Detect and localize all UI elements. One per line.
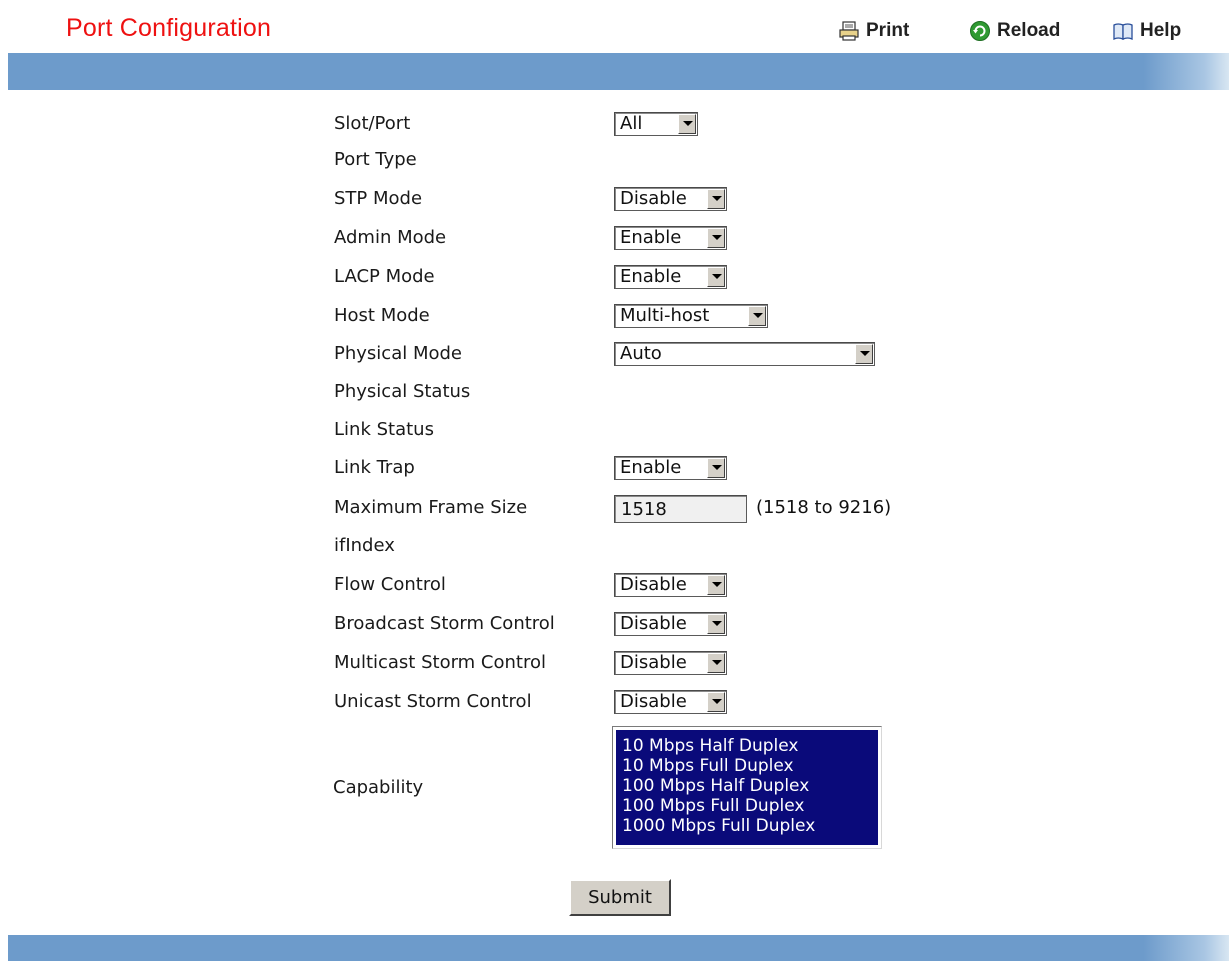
- link-trap-label: Link Trap: [334, 457, 415, 478]
- stp-mode-select[interactable]: Disable: [614, 187, 727, 211]
- capability-options: 10 Mbps Half Duplex 10 Mbps Full Duplex …: [616, 730, 878, 845]
- row-link-status: Link Status: [0, 415, 1229, 445]
- row-lacp-mode: LACP Mode Enable: [0, 262, 1229, 292]
- physical-mode-label: Physical Mode: [334, 343, 462, 364]
- multicast-storm-label: Multicast Storm Control: [334, 652, 546, 673]
- port-configuration-page: Port Configuration Print Reload Help Slo…: [0, 0, 1229, 961]
- list-item[interactable]: 100 Mbps Half Duplex: [616, 776, 878, 796]
- row-physical-status: Physical Status: [0, 377, 1229, 407]
- row-max-frame-size: Maximum Frame Size (1518 to 9216): [0, 493, 1229, 523]
- port-type-label: Port Type: [334, 149, 417, 170]
- list-item[interactable]: 10 Mbps Half Duplex: [616, 736, 878, 756]
- lacp-mode-select[interactable]: Enable: [614, 265, 727, 289]
- chevron-down-icon[interactable]: [707, 458, 725, 478]
- row-broadcast-storm: Broadcast Storm Control Disable: [0, 609, 1229, 639]
- print-button[interactable]: Print: [838, 18, 909, 44]
- host-mode-value: Multi-host: [620, 305, 710, 326]
- unicast-storm-value: Disable: [620, 691, 687, 712]
- slot-port-label: Slot/Port: [334, 113, 411, 134]
- unicast-storm-select[interactable]: Disable: [614, 690, 727, 714]
- row-admin-mode: Admin Mode Enable: [0, 223, 1229, 253]
- host-mode-label: Host Mode: [334, 305, 430, 326]
- row-port-type: Port Type: [0, 145, 1229, 175]
- list-item[interactable]: 1000 Mbps Full Duplex: [616, 816, 878, 836]
- print-label: Print: [866, 20, 910, 41]
- chevron-down-icon[interactable]: [855, 344, 873, 364]
- chevron-down-icon[interactable]: [707, 189, 725, 209]
- broadcast-storm-value: Disable: [620, 613, 687, 634]
- page-title: Port Configuration: [66, 14, 272, 42]
- row-unicast-storm: Unicast Storm Control Disable: [0, 687, 1229, 717]
- physical-mode-value: Auto: [620, 343, 662, 364]
- row-ifindex: ifIndex: [0, 531, 1229, 561]
- slot-port-value: All: [620, 113, 643, 134]
- chevron-down-icon[interactable]: [707, 228, 725, 248]
- capability-label: Capability: [333, 777, 424, 798]
- physical-status-label: Physical Status: [334, 381, 471, 402]
- host-mode-select[interactable]: Multi-host: [614, 304, 768, 328]
- admin-mode-select[interactable]: Enable: [614, 226, 727, 250]
- footer-bar: [8, 935, 1229, 961]
- row-physical-mode: Physical Mode Auto: [0, 339, 1229, 369]
- capability-listbox[interactable]: 10 Mbps Half Duplex 10 Mbps Full Duplex …: [612, 726, 882, 849]
- flow-control-value: Disable: [620, 574, 687, 595]
- help-button[interactable]: Help: [1112, 18, 1181, 44]
- chevron-down-icon[interactable]: [707, 692, 725, 712]
- max-frame-size-input[interactable]: [614, 495, 747, 523]
- row-host-mode: Host Mode Multi-host: [0, 301, 1229, 331]
- chevron-down-icon[interactable]: [678, 114, 696, 134]
- list-item[interactable]: 100 Mbps Full Duplex: [616, 796, 878, 816]
- stp-mode-value: Disable: [620, 188, 687, 209]
- chevron-down-icon[interactable]: [707, 267, 725, 287]
- lacp-mode-value: Enable: [620, 266, 682, 287]
- lacp-mode-label: LACP Mode: [334, 266, 435, 287]
- help-label: Help: [1140, 20, 1182, 41]
- chevron-down-icon[interactable]: [707, 575, 725, 595]
- row-flow-control: Flow Control Disable: [0, 570, 1229, 600]
- admin-mode-label: Admin Mode: [334, 227, 447, 248]
- link-trap-value: Enable: [620, 457, 682, 478]
- unicast-storm-label: Unicast Storm Control: [334, 691, 532, 712]
- reload-button[interactable]: Reload: [969, 18, 1060, 44]
- ifindex-label: ifIndex: [334, 535, 395, 556]
- max-frame-size-range: (1518 to 9216): [756, 497, 892, 518]
- broadcast-storm-label: Broadcast Storm Control: [334, 613, 555, 634]
- multicast-storm-select[interactable]: Disable: [614, 651, 727, 675]
- link-trap-select[interactable]: Enable: [614, 456, 727, 480]
- chevron-down-icon[interactable]: [707, 653, 725, 673]
- broadcast-storm-select[interactable]: Disable: [614, 612, 727, 636]
- stp-mode-label: STP Mode: [334, 188, 423, 209]
- reload-icon: [970, 21, 990, 41]
- help-book-icon: [1113, 23, 1133, 41]
- row-stp-mode: STP Mode Disable: [0, 184, 1229, 214]
- printer-icon: [839, 21, 859, 41]
- row-link-trap: Link Trap Enable: [0, 453, 1229, 483]
- list-item[interactable]: 10 Mbps Full Duplex: [616, 756, 878, 776]
- reload-label: Reload: [997, 20, 1061, 41]
- multicast-storm-value: Disable: [620, 652, 687, 673]
- header-bar: [8, 53, 1229, 90]
- admin-mode-value: Enable: [620, 227, 682, 248]
- chevron-down-icon[interactable]: [707, 614, 725, 634]
- flow-control-label: Flow Control: [334, 574, 446, 595]
- slot-port-select[interactable]: All: [614, 112, 698, 136]
- chevron-down-icon[interactable]: [748, 306, 766, 326]
- row-multicast-storm: Multicast Storm Control Disable: [0, 648, 1229, 678]
- link-status-label: Link Status: [334, 419, 434, 440]
- physical-mode-select[interactable]: Auto: [614, 342, 875, 366]
- flow-control-select[interactable]: Disable: [614, 573, 727, 597]
- max-frame-size-label: Maximum Frame Size: [334, 497, 528, 518]
- submit-button[interactable]: Submit: [569, 879, 671, 916]
- row-slot-port: Slot/Port All: [0, 109, 1229, 139]
